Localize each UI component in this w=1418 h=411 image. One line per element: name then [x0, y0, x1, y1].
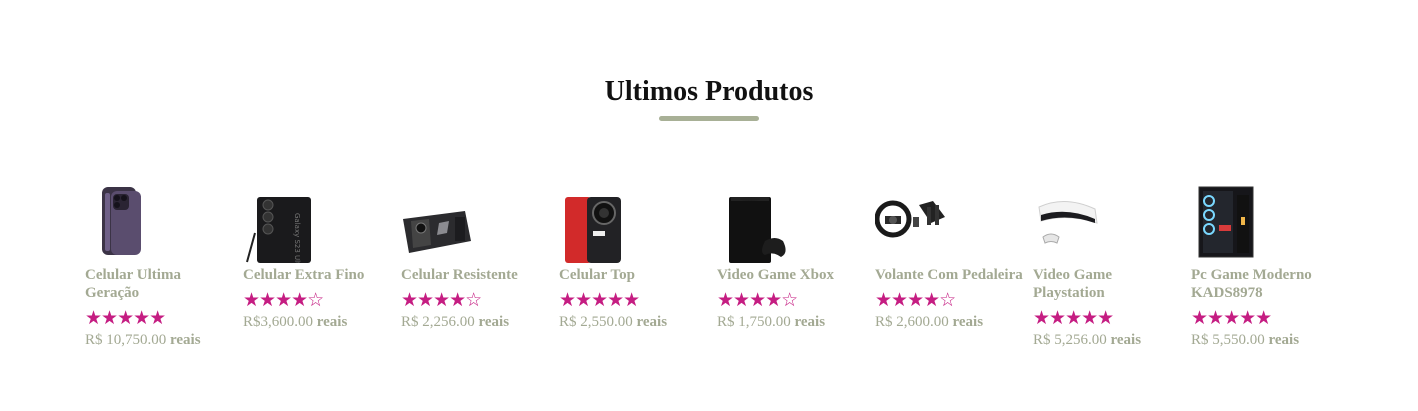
product-card[interactable]: Video Game Playstation ★★★★★ R$ 5,256.00…: [1033, 183, 1183, 349]
product-name[interactable]: Celular Ultima Geração: [85, 266, 235, 302]
price-value: R$ 10,750.00: [85, 332, 167, 348]
product-price: R$ 5,550.00 reais: [1191, 331, 1341, 349]
price-unit: reais: [636, 314, 668, 330]
product-image-xiaomi[interactable]: [559, 183, 639, 263]
product-rating: ★★★★★: [1191, 307, 1272, 329]
product-card[interactable]: Celular Resistente ★★★★☆ R$ 2,256.00 rea…: [401, 183, 551, 331]
product-rating: ★★★★★: [559, 289, 640, 311]
price-value: R$ 2,256.00: [401, 314, 475, 330]
product-image-rog-phone[interactable]: [401, 183, 481, 263]
product-price: R$ 10,750.00 reais: [85, 331, 235, 349]
product-card[interactable]: Celular Top ★★★★★ R$ 2,550.00 reais: [559, 183, 709, 331]
product-image-playstation[interactable]: [1033, 183, 1113, 263]
price-unit: reais: [170, 332, 201, 348]
price-unit: reais: [952, 314, 984, 330]
product-image-iphone[interactable]: [85, 183, 165, 263]
product-image-racing-wheel[interactable]: [874, 183, 955, 263]
product-name[interactable]: Celular Extra Fino: [243, 266, 393, 284]
price-value: R$ 2,550.00: [559, 314, 633, 330]
product-name[interactable]: Pc Game Moderno KADS8978: [1191, 266, 1341, 302]
product-card[interactable]: Volante Com Pedaleira ★★★★☆ R$ 2,600.00 …: [874, 183, 1025, 331]
product-rating: ★★★★☆: [243, 289, 324, 311]
price-value: R$ 5,550.00: [1191, 332, 1265, 348]
product-card[interactable]: Pc Game Moderno KADS8978 ★★★★★ R$ 5,550.…: [1191, 183, 1341, 349]
product-price: R$ 2,600.00 reais: [875, 313, 1025, 331]
product-rating: ★★★★★: [85, 307, 166, 329]
product-rating: ★★★★☆: [875, 289, 956, 311]
product-name[interactable]: Volante Com Pedaleira: [875, 266, 1025, 284]
product-name[interactable]: Video Game Xbox: [717, 266, 867, 284]
product-name[interactable]: Celular Resistente: [401, 266, 551, 284]
product-price: R$ 2,256.00 reais: [401, 313, 551, 331]
product-image-xbox[interactable]: [717, 183, 797, 263]
price-unit: reais: [316, 314, 348, 330]
product-rating: ★★★★☆: [717, 289, 798, 311]
product-price: R$ 5,256.00 reais: [1033, 331, 1183, 349]
svg-text:Galaxy S23 Ultra: Galaxy S23 Ultra: [293, 213, 301, 263]
product-name[interactable]: Celular Top: [559, 266, 709, 284]
product-card[interactable]: Galaxy S23 Ultra Celular Extra Fino ★★★★…: [243, 183, 393, 331]
price-unit: reais: [794, 314, 826, 330]
product-rating: ★★★★☆: [401, 289, 482, 311]
price-value: R$ 2,600.00: [875, 314, 949, 330]
section-title: Ultimos Produtos: [604, 76, 814, 107]
price-value: R$ 1,750.00: [717, 314, 791, 330]
product-rating: ★★★★★: [1033, 307, 1114, 329]
product-card[interactable]: Celular Ultima Geração ★★★★★ R$ 10,750.0…: [85, 183, 235, 349]
product-price: R$3,600.00 reais: [243, 313, 393, 331]
product-price: R$ 1,750.00 reais: [717, 313, 867, 331]
price-unit: reais: [478, 314, 510, 330]
product-image-gaming-pc[interactable]: [1191, 183, 1271, 263]
price-unit: reais: [1110, 332, 1142, 348]
product-price: R$ 2,550.00 reais: [559, 313, 709, 331]
product-name[interactable]: Video Game Playstation: [1033, 266, 1183, 302]
price-unit: reais: [1268, 332, 1300, 348]
product-card[interactable]: Video Game Xbox ★★★★☆ R$ 1,750.00 reais: [717, 183, 867, 331]
price-value: R$3,600.00: [243, 314, 314, 330]
product-image-samsung[interactable]: Galaxy S23 Ultra: [243, 183, 323, 272]
price-value: R$ 5,256.00: [1033, 332, 1107, 348]
title-underline: [659, 116, 759, 121]
